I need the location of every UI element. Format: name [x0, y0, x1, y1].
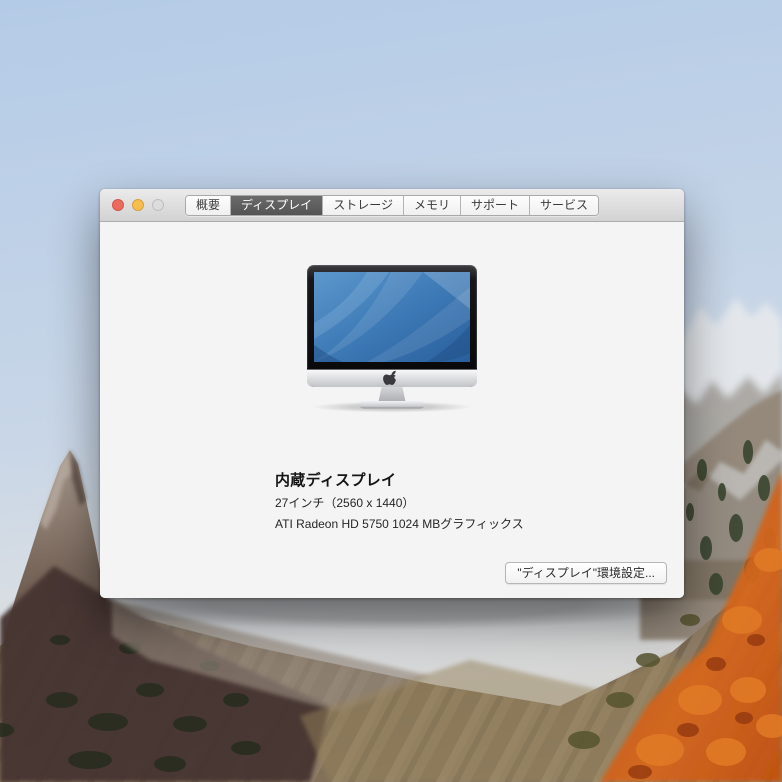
tab-memory[interactable]: メモリ: [403, 196, 461, 215]
imac-screen: [314, 272, 470, 362]
display-panel: 内蔵ディスプレイ 27インチ（2560 x 1440） ATI Radeon H…: [100, 222, 684, 598]
display-preferences-button[interactable]: "ディスプレイ"環境設定...: [505, 562, 667, 584]
about-tabs: 概要 ディスプレイ ストレージ メモリ サポート サービス: [185, 195, 599, 216]
tab-overview[interactable]: 概要: [186, 196, 232, 215]
imac-illustration: [297, 261, 487, 413]
close-button[interactable]: [112, 199, 124, 211]
display-size-text: 27インチ（2560 x 1440）: [275, 496, 415, 510]
tab-storage[interactable]: ストレージ: [323, 196, 404, 215]
display-heading: 内蔵ディスプレイ: [275, 472, 397, 489]
display-graphics-text: ATI Radeon HD 5750 1024 MBグラフィックス: [275, 517, 524, 531]
tab-service[interactable]: サービス: [529, 196, 598, 215]
tab-display[interactable]: ディスプレイ: [231, 196, 324, 215]
tab-support[interactable]: サポート: [460, 196, 530, 215]
imac-icon: [307, 265, 477, 413]
minimize-button[interactable]: [132, 199, 144, 211]
window-title-bar[interactable]: 概要 ディスプレイ ストレージ メモリ サポート サービス: [100, 189, 684, 222]
imac-stand: [359, 385, 425, 409]
zoom-button[interactable]: [152, 199, 164, 211]
traffic-lights: [112, 199, 164, 211]
imac-display: [307, 265, 477, 387]
about-this-mac-window: 概要 ディスプレイ ストレージ メモリ サポート サービス 内蔵ディスプレイ 2…: [100, 189, 684, 598]
